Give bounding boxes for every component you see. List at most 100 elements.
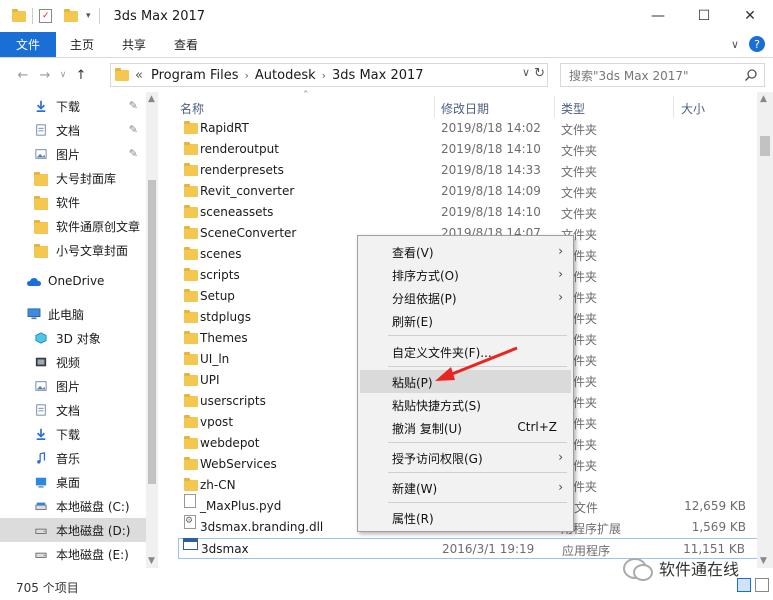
- pin-icon[interactable]: ✎: [129, 147, 138, 160]
- scroll-up-icon[interactable]: ▲: [760, 94, 767, 104]
- column-name[interactable]: 名称: [180, 100, 204, 117]
- folder-icon: [184, 268, 198, 281]
- close-button[interactable]: ✕: [727, 0, 773, 32]
- nav-item-downloads[interactable]: 下载 ✎: [0, 94, 146, 118]
- scroll-down-icon[interactable]: ▼: [148, 556, 155, 566]
- list-item[interactable]: RapidRT 2019/8/18 14:02 文件夹: [178, 118, 758, 139]
- list-item[interactable]: renderpresets 2019/8/18 14:33 文件夹: [178, 160, 758, 181]
- tab-view[interactable]: 查看: [160, 32, 212, 57]
- pictures-icon: [35, 381, 47, 391]
- nav-item-drive-d[interactable]: 本地磁盘 (D:): [0, 518, 146, 542]
- nav-item-folder[interactable]: 大号封面库: [0, 166, 146, 190]
- scroll-down-icon[interactable]: ▼: [760, 556, 767, 566]
- column-size[interactable]: 大小: [681, 100, 705, 117]
- nav-item-pictures[interactable]: 图片: [0, 374, 146, 398]
- list-item[interactable]: sceneassets 2019/8/18 14:10 文件夹: [178, 202, 758, 223]
- menu-item-properties[interactable]: 属性(R): [360, 506, 571, 529]
- tab-file[interactable]: 文件: [0, 32, 57, 57]
- nav-item-folder[interactable]: 软件通原创文章: [0, 214, 146, 238]
- list-item[interactable]: renderoutput 2019/8/18 14:10 文件夹: [178, 139, 758, 160]
- column-divider[interactable]: [434, 96, 435, 118]
- help-icon[interactable]: ?: [749, 36, 765, 52]
- breadcrumb-autodesk[interactable]: Autodesk: [255, 68, 316, 83]
- column-date[interactable]: 修改日期: [441, 100, 489, 117]
- file-list-scroll-thumb[interactable]: [760, 136, 770, 156]
- document-icon: [36, 404, 46, 416]
- nav-scrollbar[interactable]: ▲ ▼: [146, 92, 158, 568]
- video-icon: [35, 357, 47, 367]
- search-input[interactable]: 搜索"3ds Max 2017": [560, 63, 765, 87]
- file-list-scrollbar[interactable]: ▲ ▼: [757, 92, 773, 568]
- nav-item-folder[interactable]: 小号文章封面: [0, 238, 146, 262]
- scroll-up-icon[interactable]: ▲: [148, 94, 155, 104]
- folder-icon: [184, 373, 198, 386]
- minimize-button[interactable]: —: [635, 0, 681, 32]
- breadcrumb-program-files[interactable]: Program Files: [151, 68, 239, 83]
- folder-icon: [184, 184, 198, 197]
- nav-item-drive-e[interactable]: 本地磁盘 (E:): [0, 542, 146, 566]
- nav-item-this-pc[interactable]: 此电脑: [0, 302, 146, 326]
- nav-item-3d-objects[interactable]: 3D 对象: [0, 326, 146, 350]
- pin-icon[interactable]: ✎: [129, 123, 138, 136]
- menu-separator: [388, 442, 567, 443]
- menu-item-give-access[interactable]: 授予访问权限(G) ›: [360, 446, 571, 469]
- large-icons-view-icon[interactable]: [755, 578, 769, 592]
- refresh-icon[interactable]: ↻: [534, 66, 545, 82]
- nav-item-downloads[interactable]: 下载: [0, 422, 146, 446]
- forward-button[interactable]: →: [34, 64, 56, 86]
- column-divider[interactable]: [673, 96, 674, 118]
- dll-file-icon: [184, 515, 196, 529]
- expand-ribbon-icon[interactable]: ∨: [731, 38, 739, 51]
- folder-icon: [12, 8, 26, 22]
- annotation-arrow: [435, 346, 518, 381]
- quick-access-dropdown-icon[interactable]: ▾: [86, 11, 91, 21]
- column-type[interactable]: 类型: [561, 100, 585, 117]
- new-folder-icon[interactable]: [64, 8, 78, 22]
- item-count: 705 个项目: [16, 580, 79, 595]
- sort-caret-icon: ⌃: [302, 90, 310, 100]
- ribbon-tabs: 文件 主页 共享 查看 ∨ ?: [0, 32, 773, 58]
- folder-icon: [34, 196, 48, 210]
- menu-item-sort-by[interactable]: 排序方式(O) ›: [360, 263, 571, 286]
- maximize-button[interactable]: ☐: [681, 0, 727, 32]
- nav-item-folder[interactable]: 软件: [0, 190, 146, 214]
- chevron-right-icon[interactable]: ›: [244, 69, 248, 82]
- breadcrumb-overflow[interactable]: «: [135, 68, 143, 83]
- chevron-right-icon: ›: [558, 450, 563, 464]
- search-placeholder: 搜索"3ds Max 2017": [569, 68, 689, 83]
- address-bar[interactable]: « Program Files › Autodesk › 3ds Max 201…: [110, 63, 548, 87]
- menu-item-view[interactable]: 查看(V) ›: [360, 240, 571, 263]
- menu-item-refresh[interactable]: 刷新(E): [360, 309, 571, 332]
- details-view-icon[interactable]: [737, 578, 751, 592]
- nav-item-onedrive[interactable]: OneDrive: [0, 270, 146, 294]
- breadcrumb-3ds-max[interactable]: 3ds Max 2017: [332, 68, 424, 83]
- tab-home[interactable]: 主页: [56, 32, 108, 57]
- menu-item-group-by[interactable]: 分组依据(P) ›: [360, 286, 571, 309]
- menu-item-undo-copy[interactable]: 撤消 复制(U) Ctrl+Z: [360, 416, 571, 439]
- nav-scroll-thumb[interactable]: [148, 180, 156, 484]
- nav-item-drive-c[interactable]: 本地磁盘 (C:): [0, 494, 146, 518]
- drive-icon: [35, 552, 47, 558]
- properties-icon[interactable]: ✓: [39, 9, 52, 23]
- nav-item-music[interactable]: 音乐: [0, 446, 146, 470]
- nav-item-documents[interactable]: 文档: [0, 398, 146, 422]
- pin-icon[interactable]: ✎: [129, 99, 138, 112]
- menu-item-new[interactable]: 新建(W) ›: [360, 476, 571, 499]
- tab-share[interactable]: 共享: [108, 32, 160, 57]
- title-bar: ✓ ▾ 3ds Max 2017 — ☐ ✕: [0, 0, 773, 32]
- nav-item-pictures[interactable]: 图片 ✎: [0, 142, 146, 166]
- list-item[interactable]: Revit_converter 2019/8/18 14:09 文件夹: [178, 181, 758, 202]
- back-button[interactable]: ←: [12, 64, 34, 86]
- menu-item-paste-shortcut[interactable]: 粘贴快捷方式(S): [360, 393, 571, 416]
- folder-icon: [34, 244, 48, 258]
- column-divider[interactable]: [554, 96, 555, 118]
- folder-icon: [184, 205, 198, 218]
- address-dropdown-icon[interactable]: ∨: [522, 66, 530, 82]
- search-icon[interactable]: [744, 68, 758, 82]
- nav-item-documents[interactable]: 文档 ✎: [0, 118, 146, 142]
- up-button[interactable]: ↑: [70, 64, 92, 86]
- recent-locations-button[interactable]: ∨: [56, 64, 70, 86]
- chevron-right-icon[interactable]: ›: [322, 69, 326, 82]
- nav-item-desktop[interactable]: 桌面: [0, 470, 146, 494]
- nav-item-videos[interactable]: 视频: [0, 350, 146, 374]
